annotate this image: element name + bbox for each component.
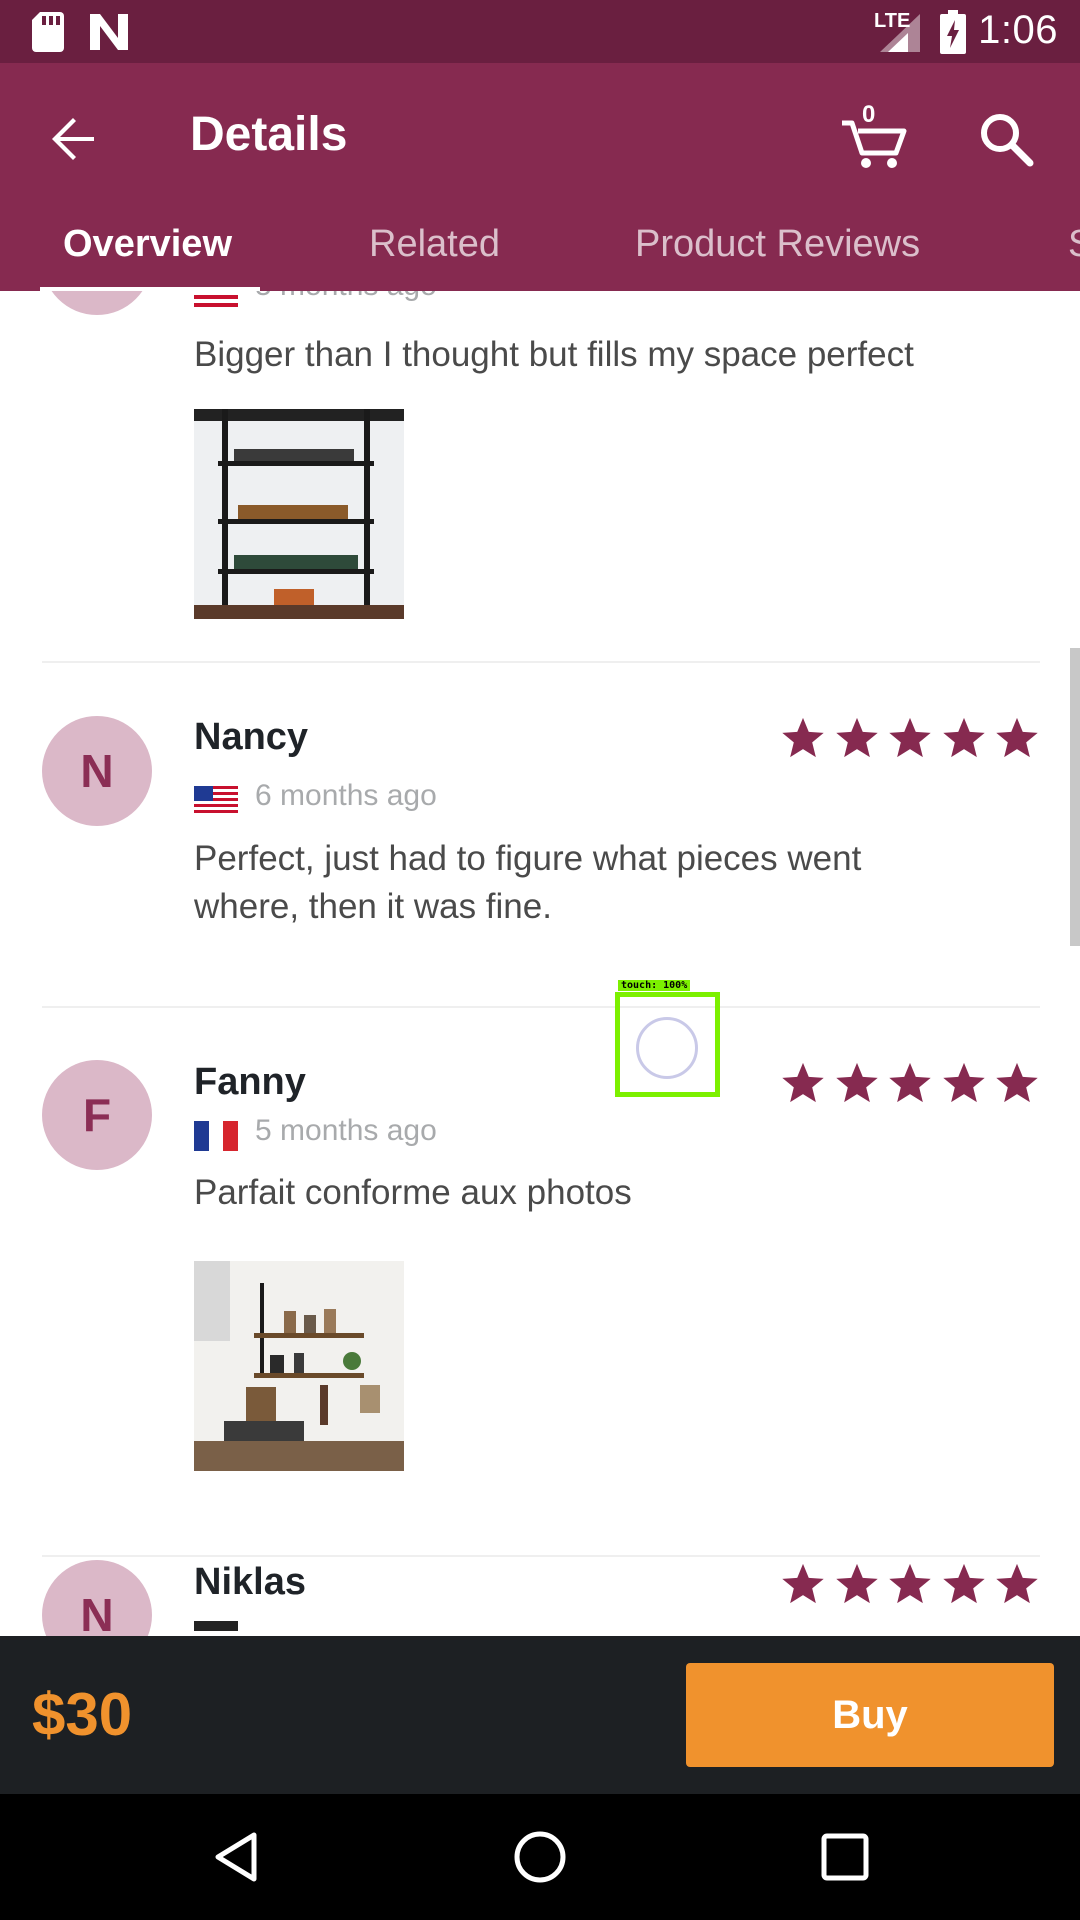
star-icon	[835, 1563, 878, 1604]
us-flag-icon	[194, 786, 238, 816]
reviewer-name: Fanny	[194, 1061, 306, 1103]
star-icon	[889, 1062, 931, 1103]
france-flag-icon	[194, 1121, 238, 1151]
star-icon	[889, 1563, 931, 1604]
nav-home-icon[interactable]	[510, 1827, 570, 1887]
flag-icon	[194, 1621, 238, 1631]
review-photo[interactable]	[194, 1261, 404, 1471]
star-icon	[782, 1563, 824, 1604]
signal-icon	[880, 14, 920, 52]
star-icon	[782, 1062, 824, 1103]
buy-button[interactable]: Buy	[686, 1663, 1054, 1767]
divider	[42, 1555, 1040, 1557]
shelf-photo-image	[194, 409, 404, 619]
star-icon	[996, 1563, 1038, 1604]
review-text-line1: Perfect, just had to figure what pieces …	[194, 839, 862, 878]
cart-count-badge: 0	[862, 101, 876, 128]
sd-card-icon	[32, 12, 64, 52]
avatar	[42, 291, 152, 315]
nav-recents-icon[interactable]	[815, 1827, 875, 1887]
rating-stars	[780, 1561, 1040, 1607]
rating-stars	[780, 715, 1040, 761]
avatar: N	[42, 716, 152, 826]
system-nav-bar	[0, 1794, 1080, 1920]
star-icon	[942, 1062, 985, 1103]
n-notification-icon	[90, 14, 128, 50]
star-icon	[942, 1563, 985, 1604]
star-icon	[996, 717, 1038, 758]
tab-partial[interactable]: S	[1068, 223, 1080, 266]
touch-indicator-label: touch: 100%	[618, 980, 691, 991]
avatar: N	[42, 1560, 152, 1636]
status-bar: LTE 1:06	[0, 0, 1080, 63]
star-icon	[782, 717, 824, 758]
us-flag-icon	[194, 291, 238, 307]
page-title: Details	[190, 108, 348, 161]
star-icon	[996, 1062, 1038, 1103]
divider	[42, 1006, 1040, 1008]
avatar: F	[42, 1060, 152, 1170]
kitchen-shelf-photo-image	[194, 1261, 404, 1471]
reviews-list[interactable]: 5 months ago Bigger than I thought but f…	[0, 291, 1080, 1636]
tab-product-reviews[interactable]: Product Reviews	[635, 223, 920, 266]
search-icon[interactable]	[976, 109, 1036, 169]
tab-overview[interactable]: Overview	[63, 223, 232, 266]
star-icon	[889, 717, 931, 758]
review-text-line2: where, then it was fine.	[194, 887, 552, 926]
clock: 1:06	[978, 8, 1058, 52]
review-date: 5 months ago	[255, 291, 437, 303]
rating-stars	[780, 1060, 1040, 1106]
divider	[42, 661, 1040, 663]
nav-back-icon[interactable]	[206, 1827, 266, 1887]
tab-related[interactable]: Related	[369, 223, 500, 266]
buy-bar: $30 Buy	[0, 1636, 1080, 1794]
review-date: 6 months ago	[255, 779, 437, 812]
review-photo[interactable]	[194, 409, 404, 619]
review-text: Bigger than I thought but fills my space…	[194, 335, 914, 374]
back-arrow-icon[interactable]	[46, 111, 102, 167]
star-icon	[835, 1062, 878, 1103]
scrollbar[interactable]	[1070, 648, 1080, 946]
app-bar: Details 0 Overview Related Product Revie…	[0, 63, 1080, 291]
review-date: 5 months ago	[255, 1114, 437, 1147]
tab-bar: Overview Related Product Reviews S	[0, 203, 1080, 291]
star-icon	[835, 717, 878, 758]
reviewer-name: Nancy	[194, 716, 309, 758]
price-label: $30	[32, 1681, 133, 1748]
review-text: Parfait conforme aux photos	[194, 1173, 632, 1212]
touch-ring	[636, 1017, 698, 1079]
reviewer-name: Niklas	[194, 1561, 306, 1603]
battery-charging-icon	[940, 10, 966, 54]
star-icon	[942, 717, 985, 758]
